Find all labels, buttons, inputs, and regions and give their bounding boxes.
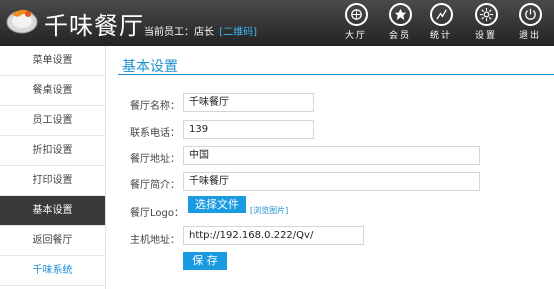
phone-label: 联系电话： — [130, 128, 180, 139]
choose-file-button[interactable]: 选择文件 — [188, 196, 246, 213]
nav-logout[interactable]: 退出 — [510, 3, 550, 45]
nav-member-label: 会员 — [388, 31, 411, 41]
nav-hall[interactable]: 大厅 — [336, 3, 376, 45]
save-button[interactable]: 保 存 — [183, 252, 227, 270]
settings-icon — [474, 3, 498, 26]
phone-input[interactable]: 139 — [183, 120, 314, 139]
nav-settings[interactable]: 设置 — [466, 3, 506, 45]
sidebar-item-menu[interactable]: 菜单设置 — [0, 46, 105, 76]
dish-logo-icon — [6, 9, 38, 34]
host-input[interactable]: http://192.168.0.222/Qv/ — [183, 226, 364, 245]
sidebar: 菜单设置 餐桌设置 员工设置 折扣设置 打印设置 基本设置 返回餐厅 千味系统 — [0, 46, 106, 289]
intro-input[interactable]: 千味餐厅 — [183, 172, 480, 191]
logout-icon — [518, 3, 542, 26]
nav-logout-label: 退出 — [518, 31, 541, 41]
sidebar-item-discount[interactable]: 折扣设置 — [0, 136, 105, 166]
sidebar-item-staff[interactable]: 员工设置 — [0, 106, 105, 136]
title-divider — [118, 74, 554, 75]
nav-stats[interactable]: 统计 — [421, 3, 461, 45]
nav-settings-label: 设置 — [474, 31, 497, 41]
hall-icon — [344, 3, 368, 26]
sidebar-item-back-restaurant[interactable]: 返回餐厅 — [0, 226, 105, 256]
page-title: 基本设置 — [122, 59, 178, 75]
name-label: 餐厅名称： — [130, 101, 180, 112]
sidebar-item-basic[interactable]: 基本设置 — [0, 196, 105, 226]
qr-code-link[interactable]: [二维码] — [219, 27, 257, 38]
sidebar-item-print[interactable]: 打印设置 — [0, 166, 105, 196]
app-header: 千味餐厅 当前员工：店长 [二维码] 大厅 会员 统计 设置 退出 — [0, 0, 554, 46]
address-label: 餐厅地址： — [130, 154, 180, 165]
logo-text: 千味餐厅 — [44, 12, 144, 40]
nav-member[interactable]: 会员 — [380, 3, 420, 45]
host-label: 主机地址： — [130, 235, 180, 246]
stats-icon — [429, 3, 453, 26]
nav-hall-label: 大厅 — [344, 31, 367, 41]
nav-stats-label: 统计 — [429, 31, 452, 41]
current-staff: 当前员工：店长 [二维码] — [144, 23, 257, 38]
logo-label: 餐厅Logo： — [130, 208, 184, 219]
intro-label: 餐厅简介： — [130, 180, 180, 191]
staff-label: 当前员工：店长 — [144, 27, 214, 38]
sidebar-item-qianwei-system[interactable]: 千味系统 — [0, 256, 105, 286]
browse-image-link[interactable]: [浏览图片] — [250, 205, 288, 216]
name-input[interactable]: 千味餐厅 — [183, 93, 314, 112]
sidebar-item-tables[interactable]: 餐桌设置 — [0, 76, 105, 106]
address-input[interactable]: 中国 — [183, 146, 480, 165]
member-icon — [388, 3, 412, 26]
